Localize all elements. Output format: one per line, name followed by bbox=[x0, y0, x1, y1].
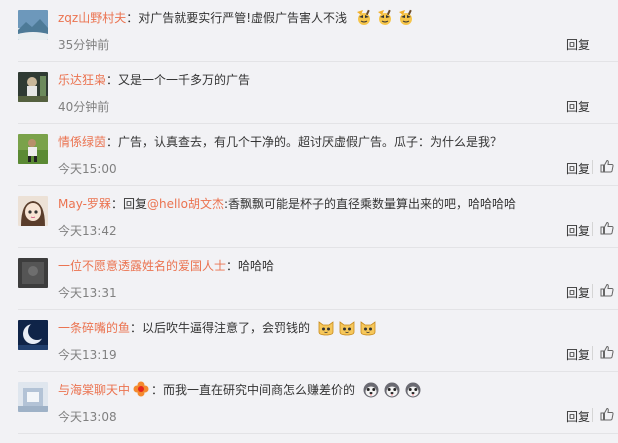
comment-time: 今天13:31 bbox=[58, 286, 117, 300]
comment-time: 今天13:08 bbox=[58, 410, 117, 424]
divider bbox=[592, 160, 593, 174]
comment-line: 一条碎嘴的鱼：以后吹牛逼得注意了，会罚钱的 bbox=[58, 318, 377, 338]
husky-emoji-icon bbox=[404, 380, 422, 398]
avatar[interactable] bbox=[18, 382, 48, 412]
avatar[interactable] bbox=[18, 258, 48, 288]
cat-emoji-icon bbox=[338, 318, 356, 336]
cheer-emoji-icon bbox=[375, 8, 393, 26]
comment-item: 一位不愿意透露姓名的爱国人士：哈哈哈 今天13:31 回复 bbox=[0, 248, 618, 310]
husky-emoji-icon bbox=[362, 380, 380, 398]
comment-text: 哈哈哈 bbox=[238, 259, 275, 273]
comment-text: 以后吹牛逼得注意了，会罚钱的 bbox=[142, 321, 311, 335]
comment-line: May-罗槑：回复@hello胡文杰:香飘飘可能是杯子的直径乘数量算出来的吧，哈… bbox=[58, 194, 516, 214]
comment-item: zqz山野村夫：对广告就要实行严管!虚假广告害人不浅 35分钟前 回复 bbox=[0, 0, 618, 62]
comment-time: 今天13:19 bbox=[58, 348, 117, 362]
reply-button[interactable]: 回复 bbox=[566, 98, 590, 115]
mention-link[interactable]: @hello胡文杰 bbox=[147, 197, 224, 211]
reply-button[interactable]: 回复 bbox=[566, 222, 590, 239]
comment-time: 40分钟前 bbox=[58, 100, 110, 114]
comment-time: 35分钟前 bbox=[58, 38, 110, 52]
avatar[interactable] bbox=[18, 196, 48, 226]
username-link[interactable]: zqz山野村夫 bbox=[58, 11, 126, 25]
avatar[interactable] bbox=[18, 72, 48, 102]
separator: ： bbox=[126, 11, 139, 25]
comment-text: 对广告就要实行严管!虚假广告害人不浅 bbox=[138, 11, 348, 25]
divider bbox=[592, 284, 593, 298]
comment-time: 今天15:00 bbox=[58, 162, 117, 176]
comment-line: zqz山野村夫：对广告就要实行严管!虚假广告害人不浅 bbox=[58, 8, 414, 28]
comment-text: 广告，认真查去，有几个干净的。超讨厌虚假广告。瓜子：为什么是我？ bbox=[118, 135, 503, 149]
comment-item: 与海棠聊天中 ：而我一直在研究中间商怎么赚差价的 今天13:08 回复 bbox=[0, 372, 618, 434]
avatar[interactable] bbox=[18, 10, 48, 40]
username-link[interactable]: 情係绿茵 bbox=[58, 135, 106, 149]
separator: ： bbox=[151, 383, 164, 397]
username-link[interactable]: 与海棠聊天中 bbox=[58, 383, 130, 397]
comment-line: 与海棠聊天中 ：而我一直在研究中间商怎么赚差价的 bbox=[58, 380, 422, 400]
cheer-emoji-icon bbox=[354, 8, 372, 26]
husky-emoji-icon bbox=[383, 380, 401, 398]
separator: ： bbox=[110, 197, 123, 211]
thumbs-up-icon[interactable] bbox=[600, 407, 614, 421]
separator: ： bbox=[226, 259, 239, 273]
username-link[interactable]: 一条碎嘴的鱼 bbox=[58, 321, 130, 335]
avatar[interactable] bbox=[18, 320, 48, 350]
divider bbox=[592, 346, 593, 360]
reply-button[interactable]: 回复 bbox=[566, 408, 590, 425]
comment-text: :香飘飘可能是杯子的直径乘数量算出来的吧，哈哈哈哈 bbox=[223, 197, 517, 211]
thumbs-up-icon[interactable] bbox=[600, 345, 614, 359]
reply-button[interactable]: 回复 bbox=[566, 160, 590, 177]
comment-list: zqz山野村夫：对广告就要实行严管!虚假广告害人不浅 35分钟前 回复 乐达狂枭… bbox=[0, 0, 618, 443]
comment-item: 情係绿茵：广告，认真查去，有几个干净的。超讨厌虚假广告。瓜子：为什么是我？ 今天… bbox=[0, 124, 618, 186]
comment-line: 乐达狂枭：又是一个一千多万的广告 bbox=[58, 70, 250, 90]
separator: ： bbox=[106, 73, 119, 87]
comment-line: 情係绿茵：广告，认真查去，有几个干净的。超讨厌虚假广告。瓜子：为什么是我？ bbox=[58, 132, 502, 152]
reply-button[interactable]: 回复 bbox=[566, 284, 590, 301]
thumbs-up-icon[interactable] bbox=[600, 159, 614, 173]
thumbs-up-icon[interactable] bbox=[600, 221, 614, 235]
cat-emoji-icon bbox=[317, 318, 335, 336]
flower-badge-icon bbox=[132, 380, 150, 398]
comment-time: 今天13:42 bbox=[58, 224, 117, 238]
cheer-emoji-icon bbox=[396, 8, 414, 26]
divider bbox=[592, 408, 593, 422]
comment-item: 一条碎嘴的鱼：以后吹牛逼得注意了，会罚钱的 今天13:19 回复 bbox=[0, 310, 618, 372]
comment-text: 又是一个一千多万的广告 bbox=[118, 73, 251, 87]
reply-button[interactable]: 回复 bbox=[566, 346, 590, 363]
reply-prefix: 回复 bbox=[122, 197, 147, 211]
separator: ： bbox=[106, 135, 119, 149]
reply-button[interactable]: 回复 bbox=[566, 36, 590, 53]
comment-line: 一位不愿意透露姓名的爱国人士：哈哈哈 bbox=[58, 256, 274, 276]
avatar[interactable] bbox=[18, 134, 48, 164]
divider bbox=[592, 222, 593, 236]
comment-item: 乐达狂枭：又是一个一千多万的广告 40分钟前 回复 bbox=[0, 62, 618, 124]
username-link[interactable]: 乐达狂枭 bbox=[58, 73, 106, 87]
username-link[interactable]: 一位不愿意透露姓名的爱国人士 bbox=[58, 259, 226, 273]
comment-text: 而我一直在研究中间商怎么赚差价的 bbox=[163, 383, 356, 397]
thumbs-up-icon[interactable] bbox=[600, 283, 614, 297]
cat-emoji-icon bbox=[359, 318, 377, 336]
comment-item: May-罗槑：回复@hello胡文杰:香飘飘可能是杯子的直径乘数量算出来的吧，哈… bbox=[0, 186, 618, 248]
username-link[interactable]: May-罗槑 bbox=[58, 197, 111, 211]
separator: ： bbox=[130, 321, 143, 335]
